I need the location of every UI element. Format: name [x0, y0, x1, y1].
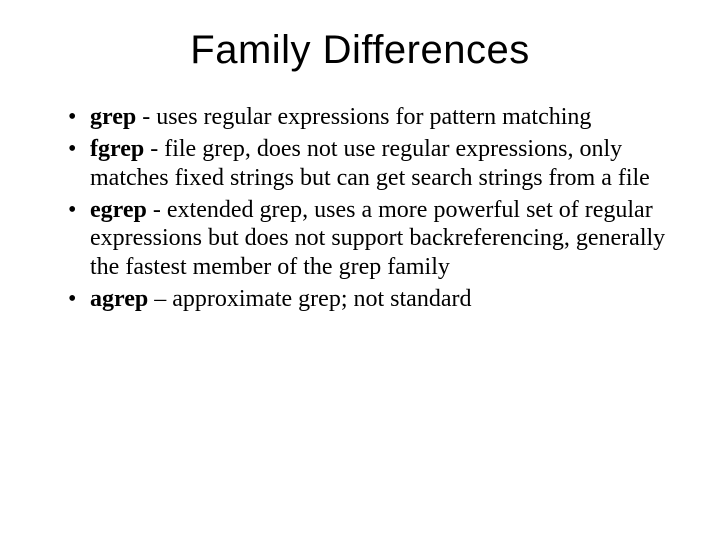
list-item: agrep – approximate grep; not standard: [68, 285, 666, 313]
description: extended grep, uses a more powerful set …: [90, 197, 665, 280]
slide-title: Family Differences: [54, 28, 666, 73]
separator: –: [148, 286, 172, 312]
list-item: egrep - extended grep, uses a more power…: [68, 196, 666, 281]
description: file grep, does not use regular expressi…: [90, 136, 650, 190]
description: approximate grep; not standard: [172, 286, 471, 312]
list-item: grep - uses regular expressions for patt…: [68, 103, 666, 131]
separator: -: [136, 104, 156, 130]
slide: Family Differences grep - uses regular e…: [0, 0, 720, 540]
list-item: fgrep - file grep, does not use regular …: [68, 135, 666, 192]
term: agrep: [90, 286, 148, 312]
term: egrep: [90, 197, 147, 223]
bullet-list: grep - uses regular expressions for patt…: [54, 103, 666, 313]
description: uses regular expressions for pattern mat…: [156, 104, 591, 130]
separator: -: [144, 136, 164, 162]
term: grep: [90, 104, 136, 130]
term: fgrep: [90, 136, 144, 162]
separator: -: [147, 197, 167, 223]
